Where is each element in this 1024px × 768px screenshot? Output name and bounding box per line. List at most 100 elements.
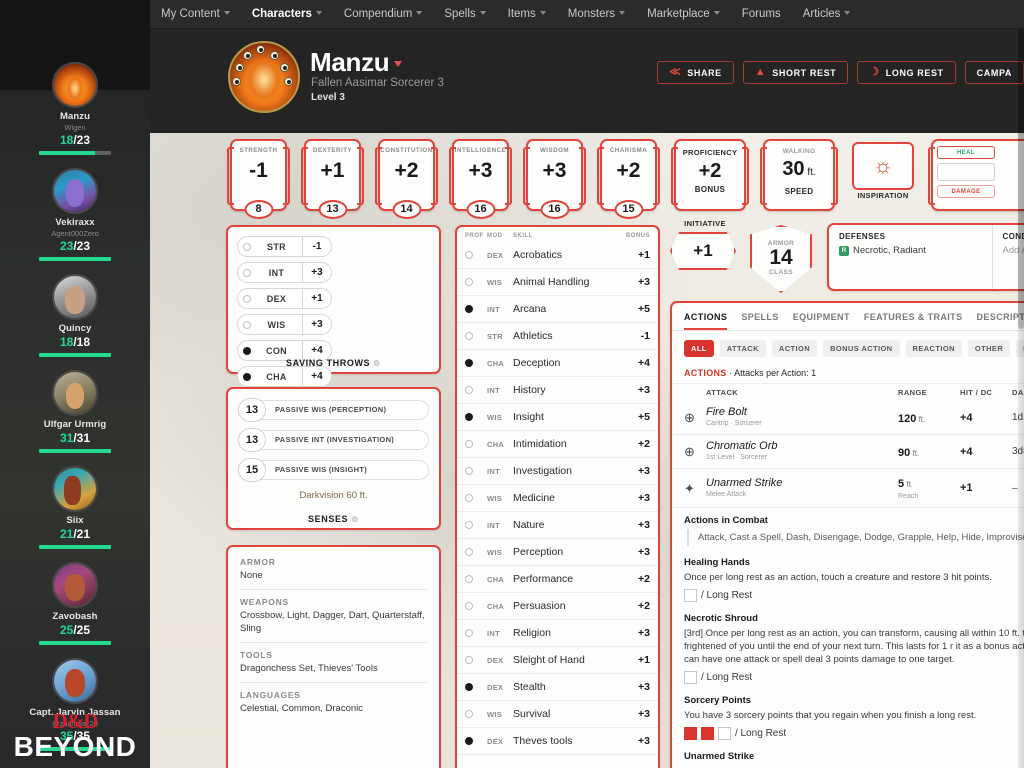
skill-proficiency-dot[interactable] <box>465 602 487 610</box>
tab-spells[interactable]: SPELLS <box>741 312 778 330</box>
skill-row[interactable]: STR Athletics -1 <box>457 323 658 350</box>
skill-row[interactable]: DEX Sleight of Hand +1 <box>457 647 658 674</box>
initiative-block[interactable]: INITIATIVE +1 <box>670 219 740 270</box>
skill-row[interactable]: INT Nature +3 <box>457 512 658 539</box>
nav-item-compendium[interactable]: Compendium <box>333 0 433 29</box>
nav-item-characters[interactable]: Characters <box>241 0 333 29</box>
character-name[interactable]: Manzu <box>310 47 403 78</box>
use-checkbox[interactable] <box>684 671 697 684</box>
filter-chip-reaction[interactable]: REACTION <box>905 340 962 357</box>
skill-row[interactable]: INT Religion +3 <box>457 620 658 647</box>
skill-row[interactable]: WIS Insight +5 <box>457 404 658 431</box>
skill-proficiency-dot[interactable] <box>465 629 487 637</box>
nav-item-marketplace[interactable]: Marketplace <box>636 0 731 29</box>
skill-row[interactable]: CHA Intimidation +2 <box>457 431 658 458</box>
header-button-campa[interactable]: CAMPA <box>964 61 1024 84</box>
filter-chip-other[interactable]: OTHER <box>967 340 1011 357</box>
scrollbar-thumb[interactable] <box>1018 29 1024 329</box>
skill-proficiency-dot[interactable] <box>465 656 487 664</box>
sense-row[interactable]: 13 PASSIVE INT (INVESTIGATION) <box>238 428 429 452</box>
header-button-share[interactable]: ≪ SHARE <box>657 61 734 84</box>
avatar[interactable] <box>52 274 98 320</box>
use-checkbox[interactable] <box>701 727 714 740</box>
skill-proficiency-dot[interactable] <box>465 251 487 259</box>
skill-row[interactable]: CHA Persuasion +2 <box>457 593 658 620</box>
saving-throw-int[interactable]: INT +3 <box>237 262 332 283</box>
nav-item-spells[interactable]: Spells <box>433 0 496 29</box>
walking-speed-block[interactable]: WALKING 30 ft. SPEED <box>760 139 838 211</box>
inspiration-block[interactable]: ☼ INSPIRATION <box>852 139 914 211</box>
nav-item-items[interactable]: Items <box>497 0 557 29</box>
use-checkbox[interactable] <box>718 727 731 740</box>
gear-icon[interactable]: ⚙ <box>373 359 381 368</box>
skill-proficiency-dot[interactable] <box>465 575 487 583</box>
skill-row[interactable]: WIS Medicine +3 <box>457 485 658 512</box>
nav-item-my-content[interactable]: My Content <box>150 0 241 29</box>
skill-proficiency-dot[interactable] <box>465 278 487 286</box>
skill-proficiency-dot[interactable] <box>465 683 487 691</box>
ability-intelligence[interactable]: INTELLIGENCE +3 16 <box>449 139 512 219</box>
skill-row[interactable]: INT Arcana +5 <box>457 296 658 323</box>
skill-proficiency-dot[interactable] <box>465 386 487 394</box>
skill-row[interactable]: DEX Acrobatics +1 <box>457 242 658 269</box>
defenses-column[interactable]: DEFENSES R Necrotic, Radiant <box>829 225 992 289</box>
skill-proficiency-dot[interactable] <box>465 332 487 340</box>
skill-row[interactable]: WIS Perception +3 <box>457 539 658 566</box>
header-button-short-rest[interactable]: ▲ SHORT REST <box>742 61 849 84</box>
header-button-long-rest[interactable]: ☽ LONG REST <box>857 61 956 84</box>
ability-constitution[interactable]: CONSTITUTION +2 14 <box>375 139 438 219</box>
ability-wisdom[interactable]: WISDOM +3 16 <box>523 139 586 219</box>
tab-equipment[interactable]: EQUIPMENT <box>793 312 850 330</box>
skill-proficiency-dot[interactable] <box>465 467 487 475</box>
party-member[interactable]: Quincy 18/18 <box>0 274 150 357</box>
skill-row[interactable]: CHA Performance +2 <box>457 566 658 593</box>
ability-charisma[interactable]: CHARISMA +2 15 <box>597 139 660 219</box>
skill-row[interactable]: DEX Stealth +3 <box>457 674 658 701</box>
inspiration-box[interactable]: ☼ <box>852 142 914 190</box>
filter-chip-bonus-action[interactable]: BONUS ACTION <box>823 340 900 357</box>
heal-button[interactable]: HEAL <box>937 146 995 159</box>
filter-chip-action[interactable]: ACTION <box>771 340 818 357</box>
skill-row[interactable]: WIS Survival +3 <box>457 701 658 728</box>
party-member[interactable]: Vekiraxx Agent000Zero 23/23 <box>0 168 150 261</box>
filter-chip-attack[interactable]: ATTACK <box>719 340 766 357</box>
skill-proficiency-dot[interactable] <box>465 548 487 556</box>
attack-row[interactable]: ✦ Unarmed Strike Melee Attack 5 ft. Reac… <box>672 469 1024 508</box>
saving-throw-cha[interactable]: CHA +4 <box>237 366 332 387</box>
dndbeyond-logo[interactable]: D&D BEYOND <box>0 711 150 762</box>
sense-row[interactable]: 15 PASSIVE WIS (INSIGHT) <box>238 458 429 482</box>
damage-button[interactable]: DAMAGE <box>937 185 995 198</box>
sense-row[interactable]: 13 PASSIVE WIS (PERCEPTION) <box>238 398 429 422</box>
use-checkbox[interactable] <box>684 727 697 740</box>
saving-throw-str[interactable]: STR -1 <box>237 236 332 257</box>
party-member[interactable]: Siix 21/21 <box>0 466 150 549</box>
nav-item-forums[interactable]: Forums <box>731 0 792 29</box>
ability-dexterity[interactable]: DEXTERITY +1 13 <box>301 139 364 219</box>
skill-proficiency-dot[interactable] <box>465 413 487 421</box>
tab-description[interactable]: DESCRIPTION <box>976 312 1024 330</box>
skill-proficiency-dot[interactable] <box>465 521 487 529</box>
avatar[interactable] <box>52 370 98 416</box>
avatar[interactable] <box>52 466 98 512</box>
nav-item-monsters[interactable]: Monsters <box>557 0 636 29</box>
senses-footer[interactable]: SENSES ⚙ <box>228 514 439 524</box>
skill-proficiency-dot[interactable] <box>465 494 487 502</box>
gear-icon[interactable]: ⚙ <box>351 515 359 524</box>
skill-proficiency-dot[interactable] <box>465 359 487 367</box>
attack-row[interactable]: ⊕ Fire Bolt Cantrip · Sorcerer 120 ft. +… <box>672 401 1024 435</box>
nav-item-articles[interactable]: Articles <box>792 0 862 29</box>
skill-row[interactable]: INT Investigation +3 <box>457 458 658 485</box>
party-member[interactable]: Manzu Wigen 18/23 <box>0 62 150 155</box>
party-member[interactable]: Ulfgar Urmrig 31/31 <box>0 370 150 453</box>
saving-throw-wis[interactable]: WIS +3 <box>237 314 332 335</box>
proficiency-bonus-block[interactable]: PROFICIENCY +2 BONUS <box>671 139 749 211</box>
ability-strength[interactable]: STRENGTH -1 8 <box>227 139 290 219</box>
skill-proficiency-dot[interactable] <box>465 737 487 745</box>
tab-features-traits[interactable]: FEATURES & TRAITS <box>864 312 963 330</box>
party-member[interactable]: Zavobash 25/25 <box>0 562 150 645</box>
use-checkbox[interactable] <box>684 589 697 602</box>
tab-actions[interactable]: ACTIONS <box>684 312 728 330</box>
avatar[interactable] <box>52 658 98 704</box>
attack-row[interactable]: ⊕ Chromatic Orb 1st Level · Sorcerer 90 … <box>672 435 1024 469</box>
hp-amount-input[interactable] <box>937 163 995 181</box>
